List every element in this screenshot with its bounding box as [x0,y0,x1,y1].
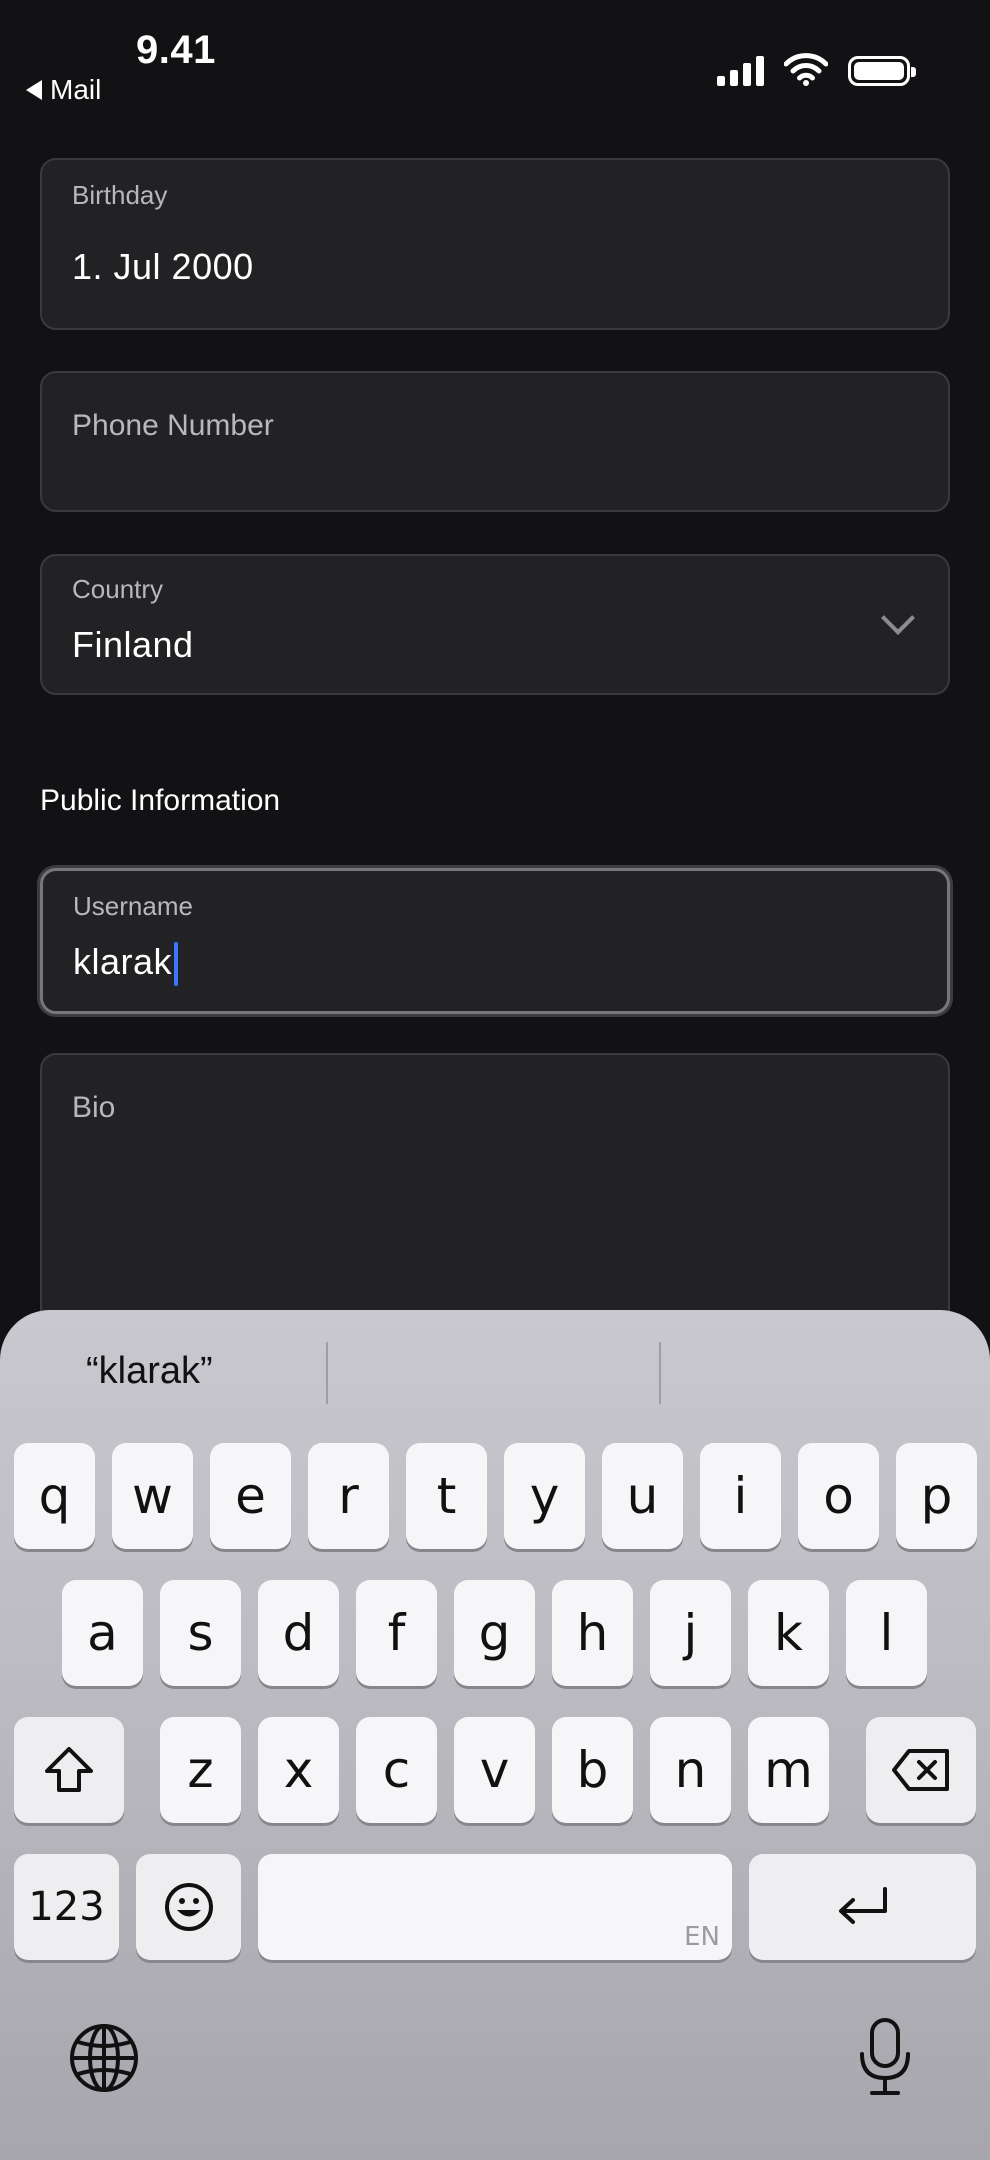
key-a[interactable]: a [62,1580,143,1686]
country-value: Finland [72,624,194,665]
key-l[interactable]: l [846,1580,927,1686]
status-bar: 9.41 Mail [0,0,990,120]
shift-key[interactable] [14,1717,124,1823]
numbers-key[interactable]: 123 [14,1854,119,1960]
birthday-value: 1. Jul 2000 [72,246,254,287]
country-select[interactable]: Country Finland [40,554,950,695]
key-j[interactable]: j [650,1580,731,1686]
battery-icon [848,56,916,86]
suggestion-bar: “klarak” [0,1310,990,1430]
key-g[interactable]: g [454,1580,535,1686]
text-cursor [174,942,179,987]
phone-number-field[interactable]: Phone Number [40,371,950,512]
key-x[interactable]: x [258,1717,339,1823]
key-h[interactable]: h [552,1580,633,1686]
wifi-icon [784,53,828,86]
key-e[interactable]: e [210,1443,291,1549]
key-c[interactable]: c [356,1717,437,1823]
key-i[interactable]: i [700,1443,781,1549]
suggestion-divider [326,1342,328,1404]
shift-icon [45,1747,93,1792]
key-v[interactable]: v [454,1717,535,1823]
key-o[interactable]: o [798,1443,879,1549]
birthday-label: Birthday [72,180,168,210]
emoji-key[interactable] [136,1854,241,1960]
bio-label: Bio [72,1091,116,1124]
key-s[interactable]: s [160,1580,241,1686]
chevron-down-icon [881,601,915,635]
key-r[interactable]: r [308,1443,389,1549]
back-arrow-icon [26,80,42,100]
key-n[interactable]: n [650,1717,731,1823]
birthday-field[interactable]: Birthday 1. Jul 2000 [40,158,950,330]
return-icon [838,1887,887,1924]
back-label: Mail [50,74,102,105]
key-y[interactable]: y [504,1443,585,1549]
key-f[interactable]: f [356,1580,437,1686]
phone-number-label: Phone Number [72,409,274,442]
cellular-signal-icon [717,54,764,86]
key-w[interactable]: w [112,1443,193,1549]
key-m[interactable]: m [748,1717,829,1823]
emoji-icon [164,1883,213,1931]
suggestion-divider [659,1342,661,1404]
delete-key[interactable] [866,1717,976,1823]
key-u[interactable]: u [602,1443,683,1549]
key-k[interactable]: k [748,1580,829,1686]
back-to-mail-button[interactable]: Mail [26,74,101,106]
status-time: 9.41 [136,28,216,72]
key-b[interactable]: b [552,1717,633,1823]
space-key[interactable]: EN [258,1854,732,1960]
username-value: klarak [73,941,179,987]
username-label: Username [73,891,193,921]
globe-icon[interactable] [68,2022,140,2094]
return-key[interactable] [749,1854,976,1960]
key-z[interactable]: z [160,1717,241,1823]
country-label: Country [72,574,164,604]
delete-icon [892,1749,949,1791]
bio-field[interactable]: Bio [40,1053,950,1353]
key-p[interactable]: p [896,1443,977,1549]
microphone-icon[interactable] [856,2016,914,2098]
keyboard: “klarak” q w e r t y u i o p a s d f g h… [0,1310,990,2160]
space-language-label: EN [684,1922,720,1952]
username-field[interactable]: Username klarak [40,868,950,1014]
key-d[interactable]: d [258,1580,339,1686]
suggestion-1[interactable]: “klarak” [86,1350,213,1393]
status-icons [717,52,916,86]
username-text: klarak [73,941,173,982]
key-q[interactable]: q [14,1443,95,1549]
key-t[interactable]: t [406,1443,487,1549]
section-title-public-information: Public Information [40,784,281,817]
